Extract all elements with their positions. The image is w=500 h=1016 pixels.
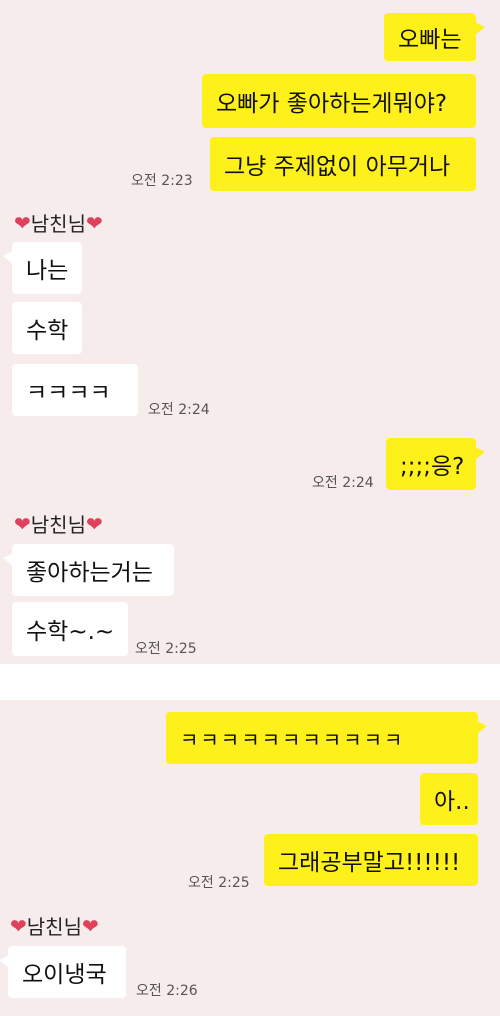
message-text: 오빠는: [398, 27, 462, 53]
sender-label: ❤ 남친님 ❤: [10, 911, 99, 940]
message-text: ;;;;응?: [400, 454, 465, 480]
message-text: 수학~.~: [26, 619, 115, 645]
message-bubble-outgoing[interactable]: 오빠가 좋아하는게뭐야?: [202, 74, 476, 128]
sender-name: 남친님: [30, 212, 86, 236]
message-bubble-outgoing[interactable]: ㅋㅋㅋㅋㅋㅋㅋㅋㅋㅋㅋ: [166, 712, 487, 764]
message-text: 그래공부말고!!!!!!: [278, 850, 461, 876]
message-text: 나는: [26, 258, 69, 284]
message-bubble-incoming[interactable]: 좋아하는거는: [3, 544, 174, 596]
message-bubble-outgoing[interactable]: 그래공부말고!!!!!!: [264, 834, 478, 886]
message-timestamp: 오전 2:24: [148, 402, 210, 418]
message-text: 아..: [434, 789, 470, 815]
sender-name: 남친님: [26, 915, 82, 939]
message-text: 좋아하는거는: [26, 560, 153, 586]
heart-icon: ❤: [85, 511, 103, 536]
message-text: ㅋㅋㅋㅋ: [26, 380, 111, 406]
panel-divider: [0, 664, 500, 700]
message-text: 오이냉국: [22, 962, 107, 988]
sender-name: 남친님: [30, 513, 86, 537]
message-bubble-outgoing[interactable]: ;;;;응?: [386, 438, 485, 490]
message-text: 오빠가 좋아하는게뭐야?: [216, 91, 448, 117]
message-bubble-incoming[interactable]: 수학~.~: [12, 602, 128, 656]
message-bubble-outgoing[interactable]: 아..: [420, 773, 478, 825]
message-bubble-incoming[interactable]: ㅋㅋㅋㅋ: [12, 364, 138, 416]
message-text: 수학: [26, 318, 69, 344]
heart-icon: ❤: [14, 511, 31, 536]
chat-panel-2: ㅋㅋㅋㅋㅋㅋㅋㅋㅋㅋㅋ 아.. 그래공부말고!!!!!! 오전 2:25 ❤ 남…: [0, 700, 500, 1016]
heart-icon: ❤: [10, 913, 27, 938]
message-bubble-outgoing[interactable]: 그냥 주제없이 아무거나: [210, 137, 476, 191]
message-bubble-outgoing[interactable]: 오빠는: [384, 13, 485, 61]
sender-label: ❤ 남친님 ❤: [14, 208, 103, 237]
sender-label: ❤ 남친님 ❤: [14, 509, 103, 538]
message-bubble-incoming[interactable]: 나는: [3, 242, 82, 294]
message-timestamp: 오전 2:25: [135, 641, 197, 657]
chat-panel-1: 오빠는 오빠가 좋아하는게뭐야? 그냥 주제없이 아무거나 오전 2:23 ❤ …: [0, 0, 500, 664]
message-bubble-incoming[interactable]: 수학: [12, 302, 82, 354]
message-text: 그냥 주제없이 아무거나: [224, 154, 451, 180]
message-bubble-incoming[interactable]: 오이냉국: [0, 946, 126, 998]
message-timestamp: 오전 2:25: [188, 875, 250, 891]
message-timestamp: 오전 2:23: [131, 173, 193, 189]
message-text: ㅋㅋㅋㅋㅋㅋㅋㅋㅋㅋㅋ: [180, 727, 405, 752]
heart-icon: ❤: [85, 210, 103, 235]
message-timestamp: 오전 2:24: [312, 475, 374, 491]
heart-icon: ❤: [14, 210, 31, 235]
message-timestamp: 오전 2:26: [136, 983, 198, 999]
heart-icon: ❤: [81, 913, 99, 938]
